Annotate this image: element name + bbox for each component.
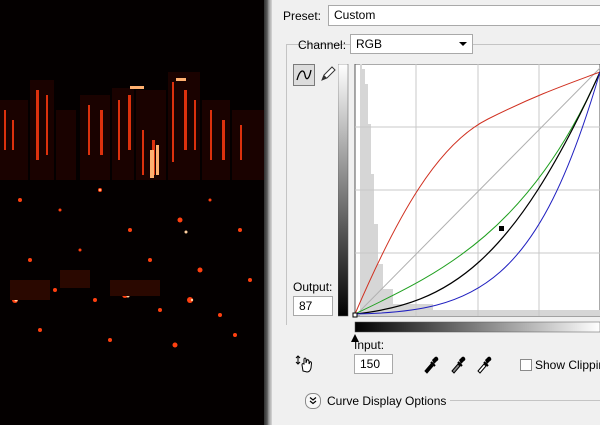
preset-dropdown[interactable]: Custom (328, 5, 600, 26)
curve-display-options-toggle[interactable] (305, 393, 321, 409)
curve-graph-area[interactable] (337, 63, 600, 347)
curve-display-options-label: Curve Display Options (327, 394, 447, 408)
output-field[interactable]: 87 (293, 296, 333, 316)
white-eyedropper-button[interactable] (475, 354, 493, 374)
chevron-down-icon (459, 42, 467, 46)
pencil-tool-button[interactable] (318, 64, 340, 86)
show-clipping-label: Show Clipping (535, 358, 600, 372)
output-value: 87 (299, 299, 313, 313)
black-point-slider-icon[interactable] (351, 334, 359, 342)
hand-adjust-icon (295, 355, 313, 373)
gray-eyedropper-icon (451, 356, 466, 374)
preset-value: Custom (334, 8, 376, 22)
curves-graph[interactable] (337, 63, 600, 344)
black-eyedropper-button[interactable] (422, 354, 440, 374)
gray-eyedropper-button[interactable] (449, 354, 467, 374)
output-gradient-bar (337, 63, 349, 317)
pencil-tool-icon (321, 66, 336, 81)
curve-point-tool-button[interactable] (293, 64, 315, 86)
channel-value: RGB (356, 37, 383, 51)
curve-control-point[interactable] (499, 226, 504, 231)
show-clipping-checkbox[interactable] (520, 359, 532, 371)
panel-divider[interactable] (264, 0, 272, 425)
black-eyedropper-icon (424, 356, 439, 374)
preset-label: Preset: (283, 9, 322, 23)
channel-label: Channel: (298, 38, 347, 52)
section-separator (450, 400, 600, 401)
channel-dropdown[interactable]: RGB (350, 34, 473, 54)
white-eyedropper-icon (477, 356, 492, 374)
output-label: Output: (293, 280, 333, 294)
input-field[interactable]: 150 (354, 354, 393, 374)
curve-endpoint[interactable] (352, 312, 358, 318)
input-value: 150 (360, 357, 381, 371)
night-city-image (0, 0, 264, 425)
expand-chevrons-icon (309, 397, 317, 405)
photo-preview (0, 0, 264, 425)
on-image-adjust-button[interactable] (294, 353, 316, 375)
curve-point-tool-icon (296, 69, 312, 81)
input-gradient-bar (354, 321, 600, 333)
